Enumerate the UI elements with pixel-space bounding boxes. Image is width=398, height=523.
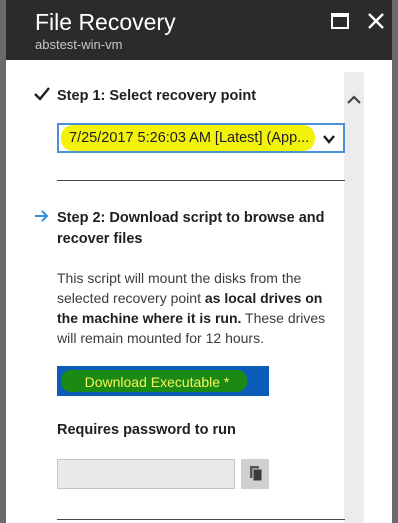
section-divider (57, 180, 345, 181)
maximize-icon[interactable] (331, 13, 349, 29)
step1-label: Step 1: Select recovery point (57, 88, 257, 104)
blade-title: File Recovery (35, 9, 176, 35)
right-edge (392, 0, 398, 523)
download-button-label: Download Executable * (84, 374, 230, 390)
download-executable-button[interactable]: Download Executable * (57, 366, 269, 396)
close-icon[interactable] (364, 8, 388, 34)
section-divider-bottom (57, 519, 345, 520)
arrow-right-icon (34, 209, 50, 223)
password-field[interactable] (57, 459, 235, 489)
checkmark-icon (34, 86, 50, 102)
step2-description: This script will mount the disks from th… (57, 268, 347, 348)
scroll-up-icon[interactable] (344, 88, 364, 112)
recovery-point-value: 7/25/2017 5:26:03 AM [Latest] (App... (69, 130, 310, 146)
blade-header: File Recovery abstest-win-vm (6, 0, 392, 60)
blade-content: Step 1: Select recovery point 7/25/2017 … (6, 60, 392, 523)
copy-icon[interactable] (241, 459, 269, 489)
password-label: Requires password to run (57, 422, 236, 438)
recovery-point-select[interactable]: 7/25/2017 5:26:03 AM [Latest] (App... (57, 123, 345, 153)
chevron-down-icon (321, 131, 337, 147)
blade-subtitle: abstest-win-vm (35, 37, 123, 52)
step2-label: Step 2: Download script to browse and re… (57, 210, 325, 247)
scrollbar[interactable] (344, 72, 364, 523)
